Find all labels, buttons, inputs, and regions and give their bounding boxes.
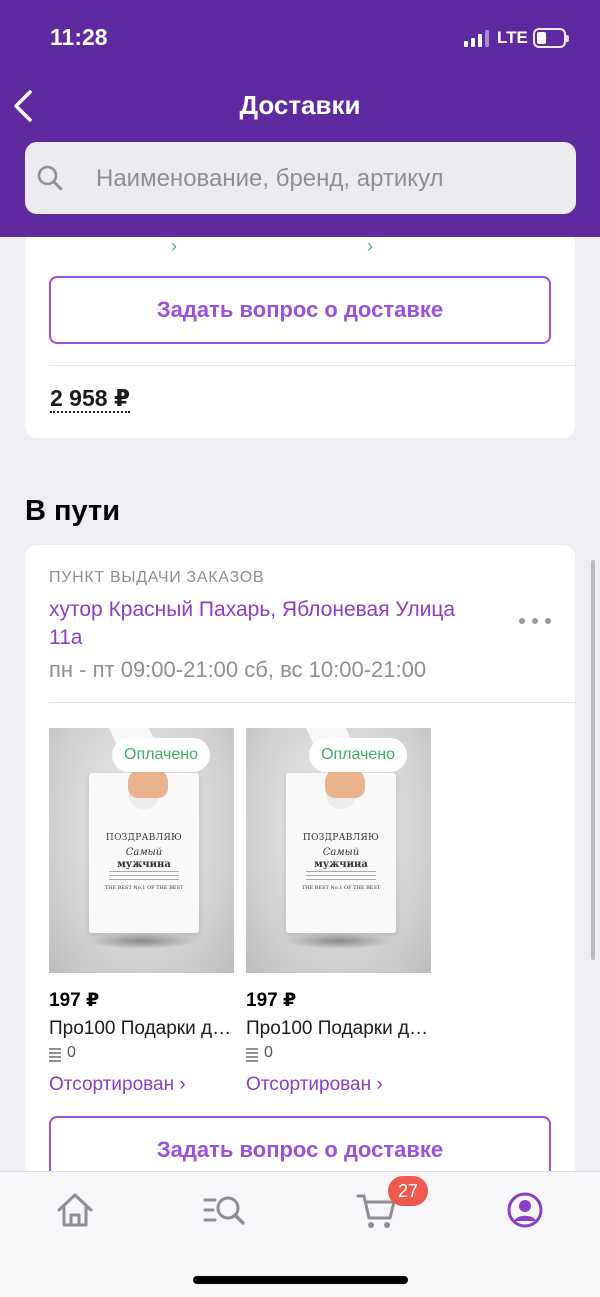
product-card[interactable]: ПОЗДРАВЛЯЮ Самый мужчина THE BEST No.1 O… bbox=[246, 728, 431, 1095]
product-name: Про100 Подарки для мужчин bbox=[246, 1018, 431, 1039]
home-icon bbox=[57, 1193, 93, 1227]
product-status-link[interactable]: Отсортирован › bbox=[246, 1074, 383, 1096]
product-price: 197 ₽ bbox=[49, 990, 100, 1011]
list-icon bbox=[49, 1048, 61, 1062]
product-image[interactable]: ПОЗДРАВЛЯЮ Самый мужчина THE BEST No.1 O… bbox=[49, 728, 234, 973]
chevron-right-icon: › bbox=[171, 236, 177, 256]
status-time: 11:28 bbox=[50, 24, 108, 50]
product-quantity: 0 bbox=[67, 1044, 76, 1061]
product-image[interactable]: ПОЗДРАВЛЯЮ Самый мужчина THE BEST No.1 O… bbox=[246, 728, 431, 973]
home-indicator[interactable] bbox=[193, 1276, 408, 1284]
scrollbar[interactable] bbox=[591, 560, 595, 960]
order-total[interactable]: 2 958 ₽ bbox=[50, 386, 130, 413]
more-dots-icon bbox=[519, 618, 525, 624]
divider bbox=[49, 702, 575, 703]
product-name: Про100 Подарки для мужчин bbox=[49, 1018, 234, 1039]
chevron-right-icon: › bbox=[367, 236, 373, 256]
list-icon bbox=[246, 1048, 258, 1062]
paid-badge: Оплачено bbox=[309, 738, 407, 772]
pickup-hours: пн - пт 09:00-21:00 сб, вс 10:00-21:00 bbox=[49, 657, 427, 682]
product-price: 197 ₽ bbox=[246, 990, 297, 1011]
section-title-in-transit: В пути bbox=[25, 495, 121, 527]
search-input[interactable]: Наименование, бренд, артикул bbox=[25, 142, 576, 214]
tab-home[interactable] bbox=[53, 1188, 97, 1232]
product-status-link[interactable]: Отсортирован › bbox=[49, 1074, 186, 1096]
search-placeholder: Наименование, бренд, артикул bbox=[96, 165, 444, 192]
search-icon bbox=[37, 165, 63, 191]
ask-delivery-question-button[interactable]: Задать вопрос о доставке bbox=[49, 276, 551, 344]
tab-catalog[interactable] bbox=[203, 1188, 247, 1232]
divider bbox=[49, 365, 575, 366]
pickup-address[interactable]: хутор Красный Пахарь, Яблоневая Улица 11… bbox=[49, 596, 489, 652]
top-header: 11:28 LTE Доставки Наименование, бренд, … bbox=[0, 0, 600, 237]
tab-profile[interactable] bbox=[503, 1188, 547, 1232]
product-card[interactable]: ПОЗДРАВЛЯЮ Самый мужчина THE BEST No.1 O… bbox=[49, 728, 234, 1095]
deliveries-screen: 11:28 LTE Доставки Наименование, бренд, … bbox=[0, 0, 600, 1297]
paid-badge: Оплачено bbox=[112, 738, 210, 772]
pickup-point-label: ПУНКТ ВЫДАЧИ ЗАКАЗОВ bbox=[49, 569, 265, 586]
signal-icon bbox=[464, 30, 490, 47]
network-type: LTE bbox=[497, 28, 528, 47]
more-options-button[interactable] bbox=[519, 613, 553, 629]
profile-icon bbox=[507, 1192, 543, 1228]
cart-count-badge: 27 bbox=[388, 1176, 428, 1206]
catalog-search-icon bbox=[203, 1196, 245, 1225]
battery-icon bbox=[533, 28, 569, 48]
page-title: Доставки bbox=[239, 90, 361, 120]
in-transit-card: ПУНКТ ВЫДАЧИ ЗАКАЗОВ хутор Красный Пахар… bbox=[25, 545, 575, 1185]
product-quantity: 0 bbox=[264, 1044, 273, 1061]
